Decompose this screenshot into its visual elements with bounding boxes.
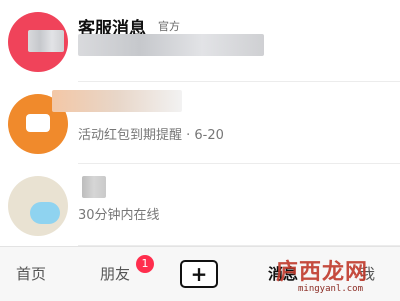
tab-home[interactable]: 首页	[16, 263, 46, 284]
list-item[interactable]: 30分钟内在线	[0, 164, 400, 246]
avatar-glyph-icon	[26, 114, 50, 132]
message-preview: 活动红包到期提醒 · 6-20	[78, 128, 224, 143]
blur-mosaic	[52, 90, 182, 112]
create-button[interactable]: +	[180, 260, 218, 288]
friends-badge: 1	[136, 255, 154, 273]
message-list: 客服消息 官方 活动红包到期提醒 · 6-20 30分钟内在线	[0, 0, 400, 246]
blur-mosaic	[82, 176, 106, 198]
blur-mosaic	[28, 30, 64, 52]
plus-icon: +	[190, 262, 208, 286]
avatar-cloud-icon	[30, 202, 60, 224]
watermark-url: mingyanl.com	[298, 284, 364, 294]
message-preview: 30分钟内在线	[78, 208, 160, 223]
list-item[interactable]: 活动红包到期提醒 · 6-20	[0, 82, 400, 164]
blur-mosaic	[78, 34, 264, 56]
watermark: 庐西龙网	[276, 260, 369, 285]
list-item[interactable]: 客服消息 官方	[0, 0, 400, 82]
avatar	[8, 176, 68, 236]
official-tag: 官方	[158, 20, 180, 33]
tab-friends[interactable]: 朋友	[100, 263, 130, 284]
